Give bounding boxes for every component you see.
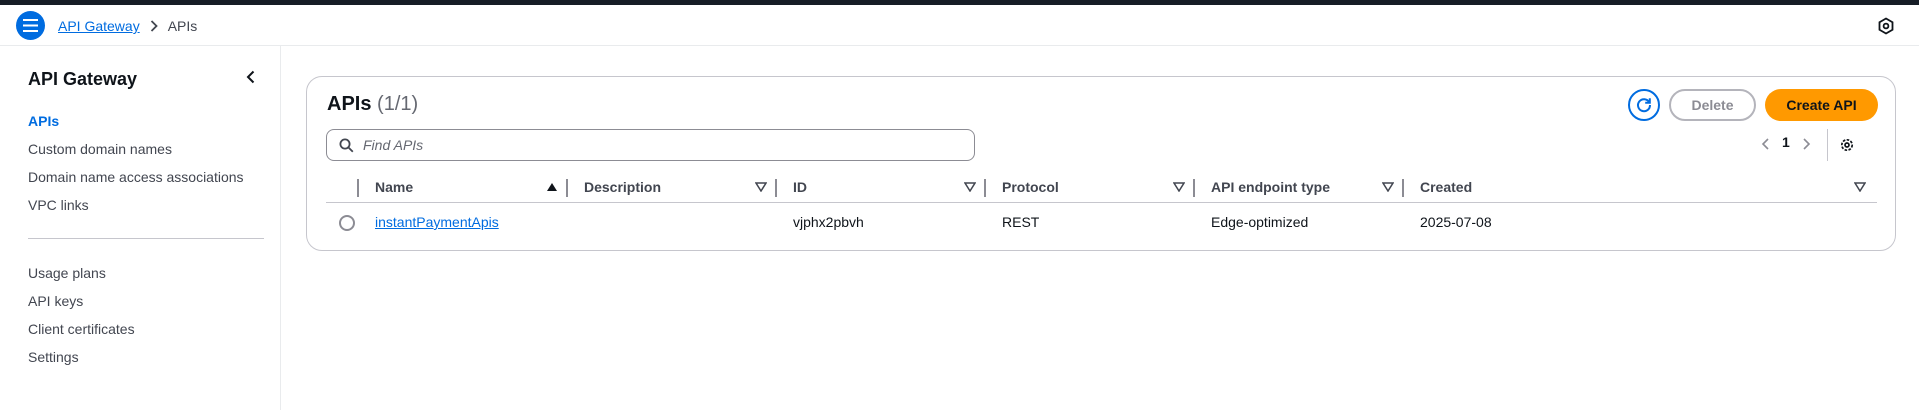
column-header-id[interactable]: ID bbox=[793, 171, 807, 203]
search-field[interactable] bbox=[326, 129, 975, 161]
create-api-button[interactable]: Create API bbox=[1765, 89, 1878, 121]
pagination-divider bbox=[1827, 129, 1828, 161]
breadcrumb-current: APIs bbox=[167, 18, 198, 34]
column-header-description[interactable]: Description bbox=[584, 171, 661, 203]
search-input[interactable] bbox=[363, 130, 963, 160]
table-header: Name Description ID Protocol API endpoin… bbox=[326, 171, 1877, 203]
sidebar-title: API Gateway bbox=[28, 69, 138, 89]
api-protocol: REST bbox=[1002, 214, 1040, 230]
api-created: 2025-07-08 bbox=[1420, 214, 1492, 230]
apis-table-container: APIs (1/1) Delete Create API 1 Name Des bbox=[306, 76, 1896, 251]
pagination-next-icon[interactable] bbox=[1799, 137, 1813, 151]
sidebar-divider bbox=[28, 238, 264, 239]
column-header-endpoint-type[interactable]: API endpoint type bbox=[1211, 171, 1330, 203]
column-divider bbox=[1402, 179, 1404, 197]
delete-button[interactable]: Delete bbox=[1669, 89, 1756, 121]
column-header-protocol[interactable]: Protocol bbox=[1002, 171, 1059, 203]
sidebar: API Gateway APIs Custom domain names Dom… bbox=[0, 46, 281, 410]
sort-ascending-icon[interactable] bbox=[546, 182, 558, 192]
page-title: APIs (1/1) bbox=[327, 93, 418, 116]
breadcrumb: API Gateway APIs bbox=[58, 18, 197, 34]
sidebar-item-usage-plans[interactable]: Usage plans bbox=[28, 265, 106, 281]
page-title-text: APIs bbox=[327, 93, 372, 115]
search-icon bbox=[339, 138, 354, 153]
chevron-left-icon[interactable] bbox=[243, 69, 259, 85]
sidebar-item-api-keys[interactable]: API keys bbox=[28, 293, 83, 309]
column-header-name[interactable]: Name bbox=[375, 171, 413, 203]
column-divider bbox=[1193, 179, 1195, 197]
column-header-created[interactable]: Created bbox=[1420, 171, 1472, 203]
settings-icon[interactable] bbox=[1839, 137, 1855, 153]
sidebar-item-settings[interactable]: Settings bbox=[28, 349, 79, 365]
sidebar-item-vpc-links[interactable]: VPC links bbox=[28, 197, 89, 213]
menu-icon bbox=[23, 19, 38, 32]
breadcrumb-api-gateway[interactable]: API Gateway bbox=[58, 18, 140, 34]
sidebar-item-custom-domain-names[interactable]: Custom domain names bbox=[28, 141, 172, 157]
column-divider bbox=[775, 179, 777, 197]
sidebar-item-domain-name-access-associations[interactable]: Domain name access associations bbox=[28, 169, 244, 185]
column-divider bbox=[566, 179, 568, 197]
column-divider bbox=[984, 179, 986, 197]
gear-hex-icon[interactable] bbox=[1877, 17, 1895, 35]
refresh-button[interactable] bbox=[1628, 89, 1660, 121]
table-row[interactable]: instantPaymentApis vjphx2pbvh REST Edge-… bbox=[326, 204, 1877, 240]
column-divider bbox=[357, 179, 359, 197]
api-name-link[interactable]: instantPaymentApis bbox=[375, 214, 499, 230]
api-id: vjphx2pbvh bbox=[793, 214, 864, 230]
menu-button[interactable] bbox=[16, 11, 45, 40]
api-endpoint-type: Edge-optimized bbox=[1211, 214, 1309, 230]
sidebar-item-client-certificates[interactable]: Client certificates bbox=[28, 321, 135, 337]
chevron-right-icon bbox=[150, 20, 158, 32]
sort-descending-icon[interactable] bbox=[1382, 182, 1394, 192]
sort-descending-icon[interactable] bbox=[755, 182, 767, 192]
refresh-icon bbox=[1637, 98, 1652, 113]
sort-descending-icon[interactable] bbox=[1854, 182, 1866, 192]
row-select-radio[interactable] bbox=[339, 215, 355, 231]
api-count: (1/1) bbox=[377, 93, 419, 115]
sidebar-item-apis[interactable]: APIs bbox=[28, 113, 59, 129]
pagination-current-page[interactable]: 1 bbox=[1782, 134, 1790, 150]
pagination-prev-icon[interactable] bbox=[1759, 137, 1773, 151]
sort-descending-icon[interactable] bbox=[964, 182, 976, 192]
top-bar: API Gateway APIs bbox=[0, 5, 1919, 46]
sort-descending-icon[interactable] bbox=[1173, 182, 1185, 192]
